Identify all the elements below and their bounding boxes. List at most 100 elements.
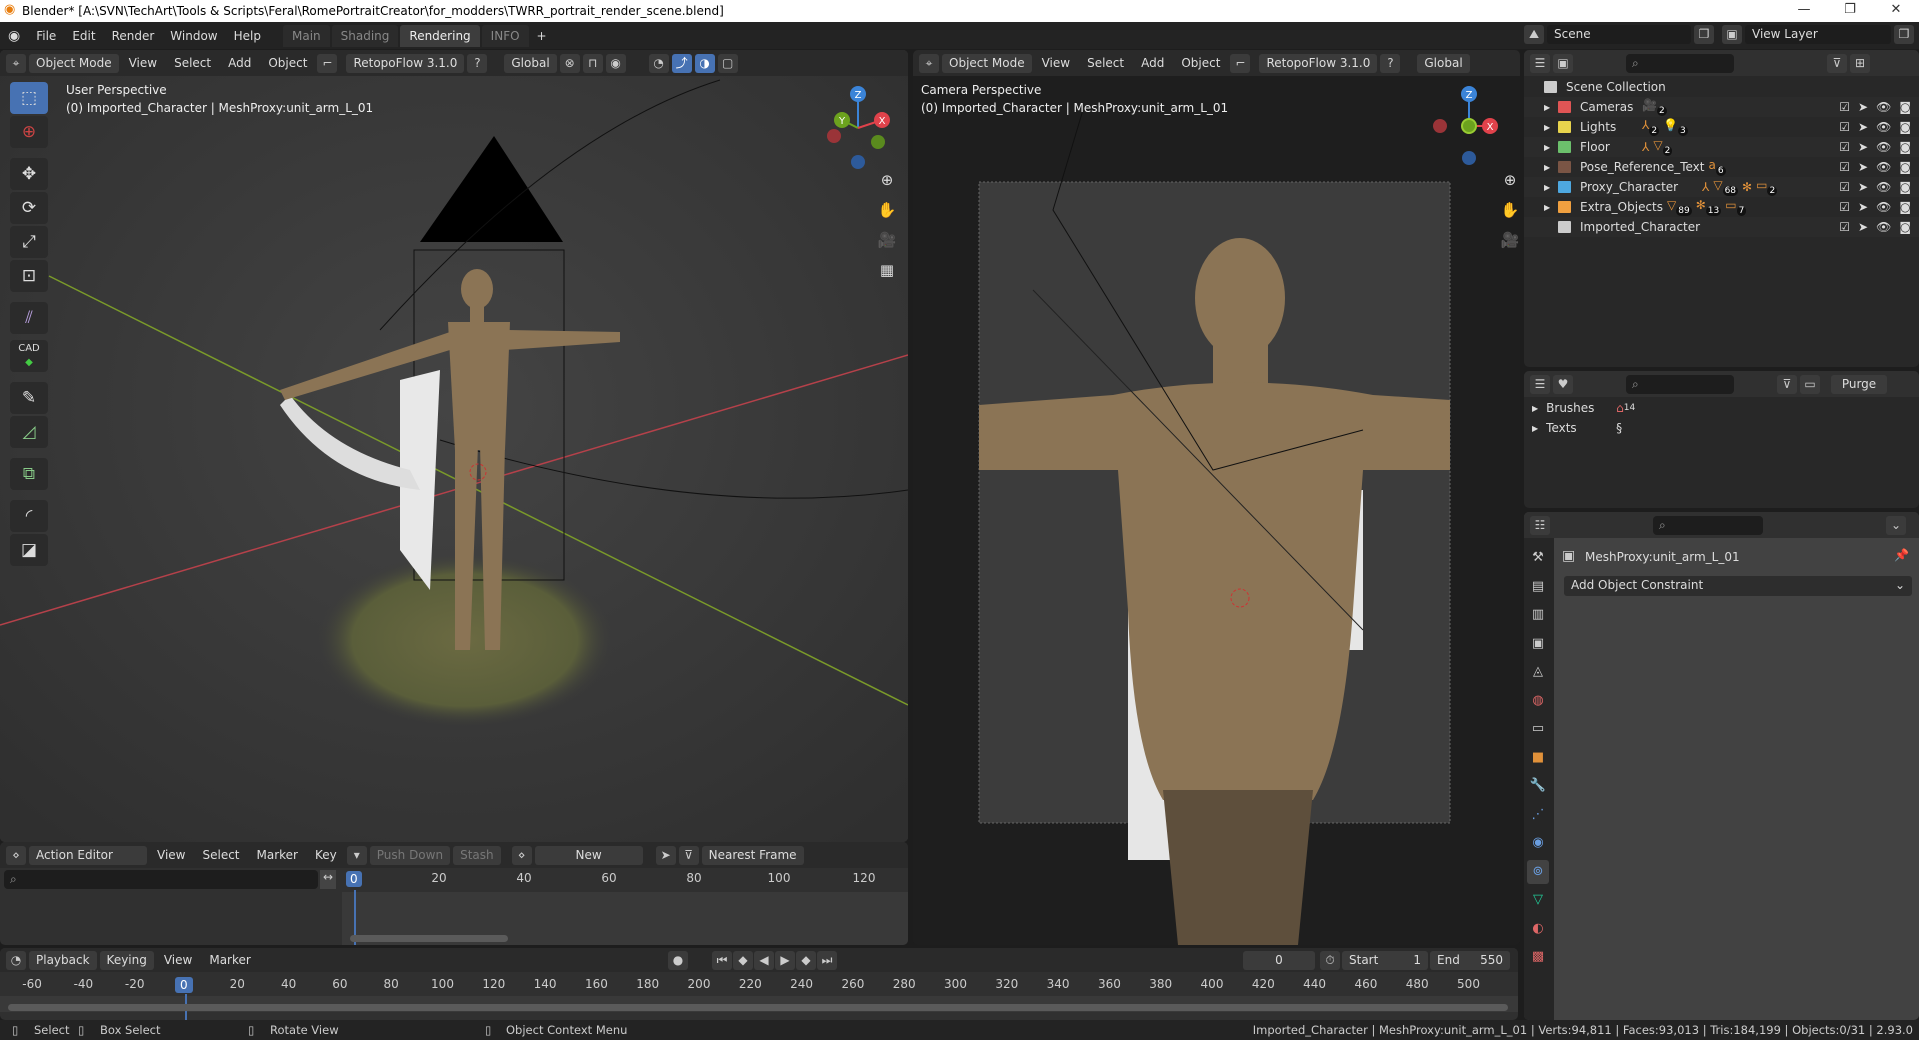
workspace-tab-rendering[interactable]: Rendering xyxy=(400,24,480,47)
orientation-dropdown[interactable]: Global xyxy=(504,53,557,73)
collection-icon[interactable]: ▭ 7 xyxy=(1725,198,1747,216)
mesh-icon[interactable]: ▽ 2 xyxy=(1653,138,1673,156)
help-icon[interactable]: ? xyxy=(1380,53,1401,73)
menu-select[interactable]: Select xyxy=(195,846,246,865)
editor-type-icon[interactable]: ⌖ xyxy=(919,53,939,73)
menu-view[interactable]: View xyxy=(150,846,192,865)
editor-type-icon[interactable]: ☷ xyxy=(1530,515,1550,535)
expand-arrow-icon[interactable]: ▶ xyxy=(1544,203,1558,212)
xray-icon[interactable]: ▢ xyxy=(717,53,738,73)
properties-tab-constraints-icon[interactable]: ⊚ xyxy=(1527,859,1549,884)
retopoflow-dropdown[interactable]: RetopoFlow 3.1.0 xyxy=(346,53,465,73)
menu-window[interactable]: Window xyxy=(162,29,225,43)
properties-tab-object-icon[interactable]: ■ xyxy=(1527,746,1549,770)
swap-icon[interactable]: ↔ xyxy=(320,870,336,889)
render-camera-icon[interactable]: ◙ xyxy=(1899,220,1911,234)
outliner-collection-lights[interactable]: ▶ Lights ⅄ 2 💡 3 ☑ ➤ 👁 ◙ xyxy=(1524,117,1919,137)
view-layer-filter-icon[interactable]: ▣ xyxy=(1553,53,1573,73)
render-camera-icon[interactable]: ◙ xyxy=(1899,100,1911,114)
tool-measure-icon[interactable]: ◿ xyxy=(10,416,48,448)
record-keyframe-icon[interactable]: ● xyxy=(668,951,688,970)
blend-file-search-input[interactable]: ⌕ xyxy=(1626,374,1734,394)
outliner-collection-pose-reference-text[interactable]: ▶ Pose_Reference_Text a 6 ☑ ➤ 👁 ◙ xyxy=(1524,157,1919,177)
visibility-eye-icon[interactable]: 👁 xyxy=(1876,120,1891,134)
filter-icon[interactable]: ⊽ xyxy=(1827,53,1847,73)
tool-transform-icon[interactable]: ⊡ xyxy=(10,260,48,292)
view-layer-selector[interactable]: ▣ View Layer ❐ xyxy=(1722,25,1914,46)
editor-type-icon[interactable]: ⋄ xyxy=(6,845,26,865)
selectable-icon[interactable]: ➤ xyxy=(1858,220,1868,234)
outliner-collection-proxy-character[interactable]: ▶ Proxy_Character ⅄ ▽ 68 ✻ ▭ 2 ☑ ➤ 👁 ◙ xyxy=(1524,177,1919,197)
properties-tab-modifiers-icon[interactable]: 🔧 xyxy=(1527,774,1549,798)
visibility-eye-icon[interactable]: 👁 xyxy=(1876,100,1891,114)
menu-render[interactable]: Render xyxy=(104,29,163,43)
visibility-eye-icon[interactable]: 👁 xyxy=(1876,180,1891,194)
tool-bevel-icon[interactable]: ◜ xyxy=(10,500,48,532)
expand-arrow-icon[interactable]: ▶ xyxy=(1544,103,1558,112)
outliner-search-input[interactable]: ⌕ xyxy=(1626,53,1734,73)
tool-select-box-icon[interactable]: ⬚ xyxy=(10,82,48,114)
add-workspace-button[interactable]: + xyxy=(529,29,555,43)
prev-keyframe-icon[interactable]: ◆ xyxy=(733,951,753,970)
visibility-eye-icon[interactable]: 👁 xyxy=(1876,140,1891,154)
playback-menu[interactable]: Playback xyxy=(29,950,97,970)
tool-add-cube-icon[interactable]: ⧉ xyxy=(10,458,48,490)
new-collection-icon[interactable]: ⊞ xyxy=(1850,53,1870,73)
expand-arrow-icon[interactable]: ▶ xyxy=(1544,123,1558,132)
visibility-eye-icon[interactable]: 👁 xyxy=(1876,200,1891,214)
gpencil-icon[interactable]: ⌐ xyxy=(317,53,338,73)
new-action-button[interactable]: New xyxy=(534,845,643,865)
menu-key[interactable]: Key xyxy=(308,846,344,865)
selectable-icon[interactable]: ➤ xyxy=(1858,200,1868,214)
menu-file[interactable]: File xyxy=(28,29,64,43)
maximize-button[interactable]: ❐ xyxy=(1827,0,1873,22)
outliner-collection-floor[interactable]: ▶ Floor ⅄ ▽ 2 ☑ ➤ 👁 ◙ xyxy=(1524,137,1919,157)
light-icon[interactable]: 💡 3 xyxy=(1663,118,1688,136)
viewport-user-perspective[interactable]: ⌖ Object Mode View Select Add Object ⌐ R… xyxy=(0,50,908,842)
pivot-icon[interactable]: ⊗ xyxy=(559,53,580,73)
empty-icon[interactable]: ⅄ xyxy=(1642,140,1649,154)
outliner-scene-collection[interactable]: Scene Collection xyxy=(1524,77,1919,97)
jump-end-icon[interactable]: ⏭ xyxy=(817,951,837,970)
zoom-icon[interactable]: ⊕ xyxy=(875,168,899,192)
stash-button[interactable]: Stash xyxy=(453,845,501,865)
action-scrollbar[interactable] xyxy=(350,935,508,942)
selectable-icon[interactable]: ➤ xyxy=(1858,120,1868,134)
menu-object[interactable]: Object xyxy=(261,54,314,73)
workspace-tab-info[interactable]: INFO xyxy=(481,24,529,47)
keying-menu[interactable]: Keying xyxy=(99,950,154,970)
properties-tab-render-icon[interactable]: ▤ xyxy=(1527,575,1549,599)
exclude-checkbox[interactable]: ☑ xyxy=(1839,180,1850,194)
ortho-grid-icon[interactable]: ▦ xyxy=(875,258,899,282)
navigation-gizmo-camera[interactable]: Z X xyxy=(1428,82,1508,172)
properties-tab-collection-icon[interactable]: ▭ xyxy=(1527,717,1549,741)
armature-icon[interactable]: ✻ 13 xyxy=(1696,198,1722,216)
viewport-camera-perspective[interactable]: ⌖ Object Mode View Select Add Object ⌐ R… xyxy=(913,50,1520,945)
snap-icon[interactable]: ⊓ xyxy=(582,53,603,73)
properties-tab-material-icon[interactable]: ◐ xyxy=(1527,917,1549,941)
filter-icon[interactable]: ⊽ xyxy=(678,845,699,865)
view-layer-field[interactable]: View Layer xyxy=(1745,25,1891,44)
tool-move-icon[interactable]: ✥ xyxy=(10,158,48,190)
play-icon[interactable]: ▶ xyxy=(775,951,795,970)
exclude-checkbox[interactable]: ☑ xyxy=(1839,200,1850,214)
armature-icon[interactable]: ✻ xyxy=(1742,180,1752,194)
action-editor-mode-dropdown[interactable]: Action Editor xyxy=(29,845,147,865)
menu-marker[interactable]: Marker xyxy=(250,846,305,865)
filter-icon[interactable]: ⊽ xyxy=(1777,374,1797,394)
properties-search-input[interactable]: ⌕ xyxy=(1653,515,1763,535)
camera-view-icon[interactable]: 🎥 xyxy=(875,228,899,252)
expand-arrow-icon[interactable]: ▶ xyxy=(1544,163,1558,172)
menu-object[interactable]: Object xyxy=(1174,54,1227,73)
retopoflow-dropdown[interactable]: RetopoFlow 3.1.0 xyxy=(1259,53,1378,73)
visibility-icon[interactable]: ◔ xyxy=(648,53,669,73)
stopwatch-icon[interactable]: ⏱ xyxy=(1320,951,1340,970)
tool-shear-icon[interactable]: ◪ xyxy=(10,534,48,566)
snap-mode-dropdown[interactable]: Nearest Frame xyxy=(701,845,804,865)
timeline-frame-ruler[interactable]: 0 -60 -40 -20 20 40 60 80 100 120 140 160 180 200 220… xyxy=(0,974,1518,996)
empty-icon[interactable]: ⅄ xyxy=(1702,180,1709,194)
editor-type-icon[interactable]: ⌖ xyxy=(6,53,26,73)
render-camera-icon[interactable]: ◙ xyxy=(1899,180,1911,194)
menu-add[interactable]: Add xyxy=(221,54,258,73)
properties-tab-view-layer-icon[interactable]: ▣ xyxy=(1527,632,1549,656)
